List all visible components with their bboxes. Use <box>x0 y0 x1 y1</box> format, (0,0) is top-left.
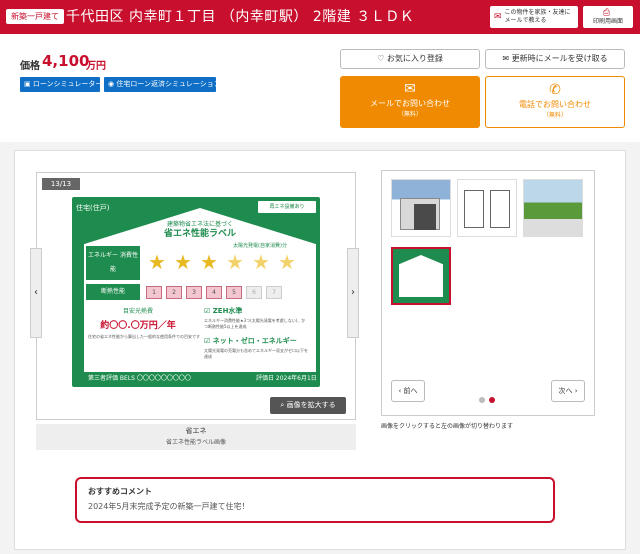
insulation-block: 6 <box>246 286 262 299</box>
evaluation-date: 評価日 2024年6月1日 <box>256 375 317 382</box>
phone-inquiry-button[interactable]: ✆ 電話でお問い合わせ （無料） <box>485 76 625 128</box>
next-image-arrow[interactable]: › <box>347 248 359 338</box>
checkbox-icon: ☑ <box>204 337 211 345</box>
label-housing-tag: 住宅(住戸) <box>76 204 110 212</box>
page-dot-1[interactable] <box>479 397 485 403</box>
share-label: この物件を家族・友達に メールで教える <box>504 9 571 24</box>
loan-simulator-label: ローンシミュレーター <box>32 80 103 88</box>
insulation-blocks: 1234567 <box>146 286 306 300</box>
print-button[interactable]: ⎙ 印刷用画面 <box>583 6 633 28</box>
image-counter: 13/13 <box>42 178 80 190</box>
cost-value: 約〇〇.〇万円／年 <box>100 321 176 331</box>
mail-icon: ✉ <box>494 11 502 22</box>
phone-inquiry-sub: （無料） <box>542 112 567 119</box>
prev-image-arrow[interactable]: ‹ <box>30 248 42 338</box>
favorite-label: お気に入り登録 <box>386 54 443 63</box>
energy-stars: ★ ★ ★ ★ ★ ★ <box>146 249 306 277</box>
print-label: 印刷用画面 <box>592 17 623 25</box>
image-caption: 省エネ 省エネ性能ラベル画像 <box>36 424 356 450</box>
thumbnail-exterior[interactable] <box>391 179 451 237</box>
chevron-left-icon: ‹ <box>398 387 402 395</box>
page-title: 千代田区 内幸町１丁目 （内幸町駅） 2階建 ３ＬＤＫ <box>66 9 415 25</box>
prev-label: 前へ <box>403 387 418 395</box>
thumbnail-surroundings[interactable] <box>523 179 583 237</box>
price-unit: 万円 <box>86 61 106 72</box>
comment-text: 2024年5月末完成予定の新築一戸建て住宅！ <box>88 502 250 511</box>
zoom-label: 画像を拡大する <box>286 401 336 409</box>
page-dot-2[interactable] <box>489 397 495 403</box>
floorplan-room <box>490 190 510 228</box>
mail-icon: ✉ <box>502 54 510 63</box>
insulation-block: 2 <box>166 286 182 299</box>
price-value: 4,100 <box>42 52 90 70</box>
caption-subtitle: 省エネ性能ラベル画像 <box>165 439 226 446</box>
net-zero-check: ☑ ネット・ゼロ・エネルギー <box>204 336 297 346</box>
energy-star: ★ <box>278 250 296 274</box>
insulation-label: 断熱性能 <box>86 284 140 300</box>
chevron-right-icon: › <box>351 287 355 298</box>
header-bar: 新築一戸建て 千代田区 内幸町１丁目 （内幸町駅） 2階建 ３ＬＤＫ ✉ この物… <box>0 0 640 34</box>
price-label: 価格 <box>20 61 40 72</box>
loan-repayment-simulation-button[interactable]: ◉ 住宅ローン返済シミュレーション <box>104 77 221 92</box>
caption-title: 省エネ <box>185 427 207 435</box>
net-zero-label: ネット・ゼロ・エネルギー <box>212 337 297 345</box>
energy-star: ★ <box>252 250 270 274</box>
heart-icon: ♡ <box>377 54 385 63</box>
share-by-mail-button[interactable]: ✉ この物件を家族・友達に メールで教える <box>490 6 578 28</box>
insulation-block: 7 <box>266 286 282 299</box>
insulation-block: 4 <box>206 286 222 299</box>
phone-inquiry-label: 電話でお問い合わせ <box>519 100 591 109</box>
thumbnail-note: 画像をクリックすると左の画像が切り替わります <box>381 423 514 430</box>
checkbox-icon: ☑ <box>204 307 211 315</box>
insulation-block: 1 <box>146 286 162 299</box>
thumb-prev-button[interactable]: ‹ 前へ <box>391 380 425 402</box>
energy-star: ★ <box>174 250 192 274</box>
loan-simulator-button[interactable]: ▣ ローンシミュレーター <box>20 77 103 92</box>
energy-star: ★ <box>148 250 166 274</box>
energy-star: ★ <box>200 250 218 274</box>
insulation-block: 3 <box>186 286 202 299</box>
add-favorite-button[interactable]: ♡ お気に入り登録 <box>340 49 480 69</box>
zeh-note: エネルギー消費性能★3つ(太陽光発電を考慮しない)、かつ断熱性能5以上を達成 <box>204 318 306 329</box>
house-shape-dark <box>414 204 436 230</box>
next-label: 次へ <box>558 387 573 395</box>
magnifier-icon: ⌕ <box>280 401 285 409</box>
insulation-block: 5 <box>226 286 242 299</box>
zoom-image-button[interactable]: ⌕ 画像を拡大する <box>270 397 346 414</box>
mail-inquiry-sub: （無料） <box>397 111 422 118</box>
recommend-comment-box <box>75 477 555 523</box>
chevron-right-icon: › <box>574 387 578 395</box>
comment-title: おすすめコメント <box>88 487 152 496</box>
notify-label: 更新時にメールを受け取る <box>511 54 608 63</box>
bels-label: 第三者評価 BELS 〇〇〇〇〇〇〇〇〇 <box>88 375 191 382</box>
thumbnail-energy-label[interactable] <box>391 247 451 305</box>
phone-icon: ✆ <box>549 82 561 98</box>
energy-star: ★ <box>226 250 244 274</box>
chevron-left-icon: ‹ <box>34 287 38 298</box>
loan-repayment-label: 住宅ローン返済シミュレーション <box>116 80 221 88</box>
thumbnail-floorplan[interactable] <box>457 179 517 237</box>
mail-inquiry-label: メールでお問い合わせ <box>370 99 450 108</box>
mail-inquiry-button[interactable]: ✉ メールでお問い合わせ （無料） <box>340 76 480 128</box>
label-heading: 省エネ性能ラベル <box>163 229 236 239</box>
cost-label: 目安光熱費 <box>122 308 153 315</box>
property-type-badge: 新築一戸建て <box>6 9 64 24</box>
solar-note: 太陽光発電(自家消費)分 <box>233 243 287 249</box>
energy-performance-label: エネルギー 消費性能 <box>86 246 140 280</box>
zeh-label: ZEH水準 <box>212 307 243 315</box>
zeh-check: ☑ ZEH水準 <box>204 306 242 316</box>
cost-note: 住宅の省エネ性能から算出した一般的な使用条件での目安です <box>88 334 200 339</box>
envelope-icon: ✉ <box>404 81 416 97</box>
mini-label-shape <box>399 255 443 297</box>
renewable-badge: 再エネ設備あり <box>258 201 316 213</box>
floorplan-room <box>464 190 484 228</box>
thumb-next-button[interactable]: 次へ › <box>551 380 585 402</box>
update-notify-button[interactable]: ✉ 更新時にメールを受け取る <box>485 49 625 69</box>
net-zero-note: 太陽光発電の売電分も含めてエネルギー収支がゼロ以下を達成 <box>204 348 308 359</box>
printer-icon: ⎙ <box>602 7 611 18</box>
